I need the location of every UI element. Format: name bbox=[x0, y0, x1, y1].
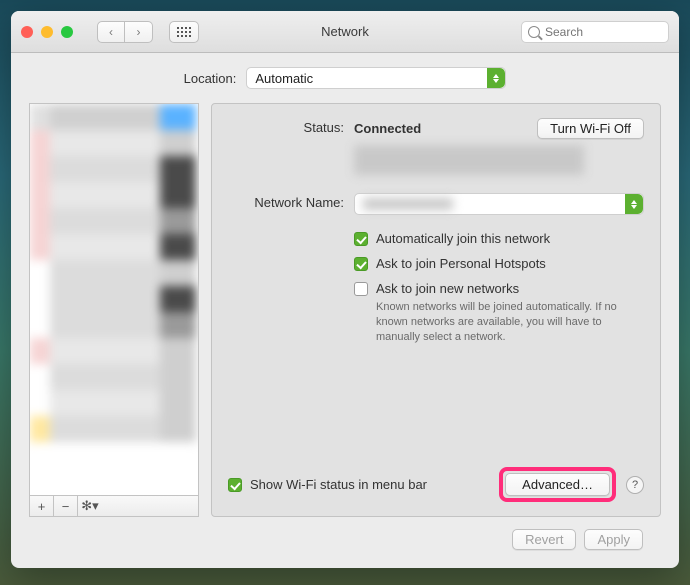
wifi-toggle-button[interactable]: Turn Wi-Fi Off bbox=[537, 118, 644, 139]
chevron-updown-icon bbox=[625, 194, 643, 214]
status-label: Status: bbox=[228, 118, 344, 135]
search-input[interactable] bbox=[545, 25, 662, 39]
location-value: Automatic bbox=[255, 71, 313, 86]
location-popup[interactable]: Automatic bbox=[246, 67, 506, 89]
ask-new-networks-checkbox[interactable]: Ask to join new networks bbox=[354, 281, 644, 296]
status-value: Connected bbox=[354, 121, 421, 136]
zoom-icon[interactable] bbox=[61, 26, 73, 38]
revert-button[interactable]: Revert bbox=[512, 529, 576, 550]
interface-actions-menu[interactable]: ✻▾ bbox=[78, 496, 102, 516]
ask-hotspot-label: Ask to join Personal Hotspots bbox=[376, 256, 546, 271]
close-icon[interactable] bbox=[21, 26, 33, 38]
network-preferences-window: ‹ › Network Location: Automatic bbox=[11, 11, 679, 568]
ask-new-networks-label: Ask to join new networks bbox=[376, 281, 519, 296]
checkbox-icon bbox=[354, 257, 368, 271]
nav-buttons: ‹ › bbox=[97, 21, 153, 43]
dialog-footer: Revert Apply bbox=[29, 517, 661, 550]
checkbox-icon bbox=[354, 232, 368, 246]
back-button[interactable]: ‹ bbox=[97, 21, 125, 43]
search-icon bbox=[528, 26, 540, 38]
show-wifi-menubar-checkbox[interactable]: Show Wi-Fi status in menu bar bbox=[228, 477, 427, 492]
gear-icon: ✻▾ bbox=[81, 498, 98, 514]
ask-new-networks-hint: Known networks will be joined automatica… bbox=[376, 300, 636, 345]
window-controls bbox=[21, 26, 73, 38]
apply-button[interactable]: Apply bbox=[584, 529, 643, 550]
forward-button[interactable]: › bbox=[125, 21, 153, 43]
interface-detail-panel: Status: Connected Turn Wi-Fi Off Network… bbox=[211, 103, 661, 517]
ask-hotspot-checkbox[interactable]: Ask to join Personal Hotspots bbox=[354, 256, 644, 271]
add-interface-button[interactable]: + bbox=[30, 496, 54, 516]
remove-interface-button[interactable]: − bbox=[54, 496, 78, 516]
highlight-annotation: Advanced… bbox=[499, 467, 616, 502]
auto-join-checkbox[interactable]: Automatically join this network bbox=[354, 231, 644, 246]
show-all-button[interactable] bbox=[169, 21, 199, 43]
checkbox-icon bbox=[228, 478, 242, 492]
help-icon: ? bbox=[632, 479, 638, 491]
advanced-button[interactable]: Advanced… bbox=[505, 473, 610, 496]
location-row: Location: Automatic bbox=[29, 67, 661, 89]
help-button[interactable]: ? bbox=[626, 476, 644, 494]
auto-join-label: Automatically join this network bbox=[376, 231, 550, 246]
interface-list[interactable] bbox=[29, 103, 199, 495]
location-label: Location: bbox=[184, 71, 237, 86]
network-name-popup[interactable] bbox=[354, 193, 644, 215]
interface-toolbar: + − ✻▾ bbox=[29, 495, 199, 517]
checkbox-icon bbox=[354, 282, 368, 296]
network-name-label: Network Name: bbox=[228, 193, 344, 210]
grid-icon bbox=[177, 27, 191, 37]
search-field[interactable] bbox=[521, 21, 669, 43]
titlebar: ‹ › Network bbox=[11, 11, 679, 53]
chevron-updown-icon bbox=[487, 68, 505, 88]
minimize-icon[interactable] bbox=[41, 26, 53, 38]
show-wifi-menubar-label: Show Wi-Fi status in menu bar bbox=[250, 477, 427, 492]
